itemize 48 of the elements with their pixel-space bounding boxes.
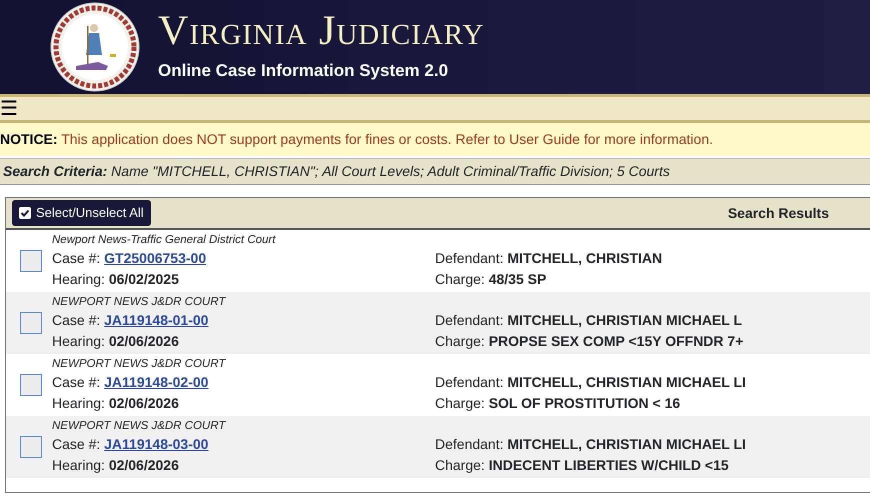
case-number-link[interactable]: JA119148-03-00 (104, 436, 208, 452)
hearing-date-value: 02/06/2026 (108, 333, 179, 349)
defendant-label: Defendant: (435, 250, 504, 266)
hearing-date-value: 02/06/2026 (108, 457, 179, 473)
row-checkbox[interactable] (20, 312, 42, 334)
court-name: NEWPORT NEWS J&DR COURT (52, 358, 226, 370)
case-number-label: Case #: (52, 312, 100, 328)
defendant-value: MITCHELL, CHRISTIAN (507, 250, 662, 266)
defendant-label: Defendant: (435, 312, 504, 328)
hearing-date-label: Hearing: (52, 395, 105, 411)
notice-text: NOTICE: This application does NOT support payments for fines or costs. Refer to User Guide for more information. (0, 131, 714, 147)
site-title: Virginia Judiciary (158, 10, 484, 52)
search-criteria-text: Search Criteria: Name "MITCHELL, CHRISTIAN"; All Court Levels; Adult Criminal/Traffic Division; 5 Courts (3, 163, 670, 179)
defendant-label: Defendant: (435, 374, 504, 390)
checkbox-icon (19, 207, 31, 219)
row-checkbox[interactable] (20, 374, 42, 396)
charge-value: PROPSE SEX COMP <15Y OFFNDR 7+ (488, 333, 744, 349)
row-checkbox[interactable] (20, 436, 42, 458)
charge-label: Charge: (435, 457, 485, 473)
case-number-link[interactable]: GT25006753-00 (104, 250, 206, 266)
row-checkbox[interactable] (20, 250, 42, 272)
case-number-label: Case #: (52, 250, 100, 266)
charge-label: Charge: (435, 271, 485, 287)
site-subtitle: Online Case Information System 2.0 (158, 60, 450, 82)
results-title: Search Results (728, 204, 829, 222)
charge-value: INDECENT LIBERTIES W/CHILD <15 (488, 457, 729, 473)
hearing-date-label: Hearing: (52, 333, 105, 349)
charge-label: Charge: (435, 333, 485, 349)
court-name: NEWPORT NEWS J&DR COURT (52, 296, 226, 308)
hearing-date-label: Hearing: (52, 457, 105, 473)
court-name: NEWPORT NEWS J&DR COURT (52, 420, 226, 432)
defendant-value: MITCHELL, CHRISTIAN MICHAEL LI (507, 436, 746, 452)
charge-label: Charge: (435, 395, 485, 411)
case-number-link[interactable]: JA119148-01-00 (104, 312, 208, 328)
hearing-date-label: Hearing: (52, 271, 105, 287)
menu-button[interactable]: ☰ (0, 98, 18, 118)
charge-value: 48/35 SP (488, 271, 546, 287)
defendant-value: MITCHELL, CHRISTIAN MICHAEL LI (507, 374, 746, 390)
hearing-date-value: 02/06/2026 (108, 395, 179, 411)
charge-value: SOL OF PROSTITUTION < 16 (488, 395, 680, 411)
hearing-date-value: 06/02/2025 (108, 271, 179, 287)
court-name: Newport News-Traffic General District Court (52, 234, 276, 246)
case-number-link[interactable]: JA119148-02-00 (104, 374, 208, 390)
defendant-value: MITCHELL, CHRISTIAN MICHAEL L (507, 312, 742, 328)
case-number-label: Case #: (52, 374, 100, 390)
case-number-label: Case #: (52, 436, 100, 452)
defendant-label: Defendant: (435, 436, 504, 452)
select-all-button[interactable]: Select/Unselect All (12, 200, 151, 226)
